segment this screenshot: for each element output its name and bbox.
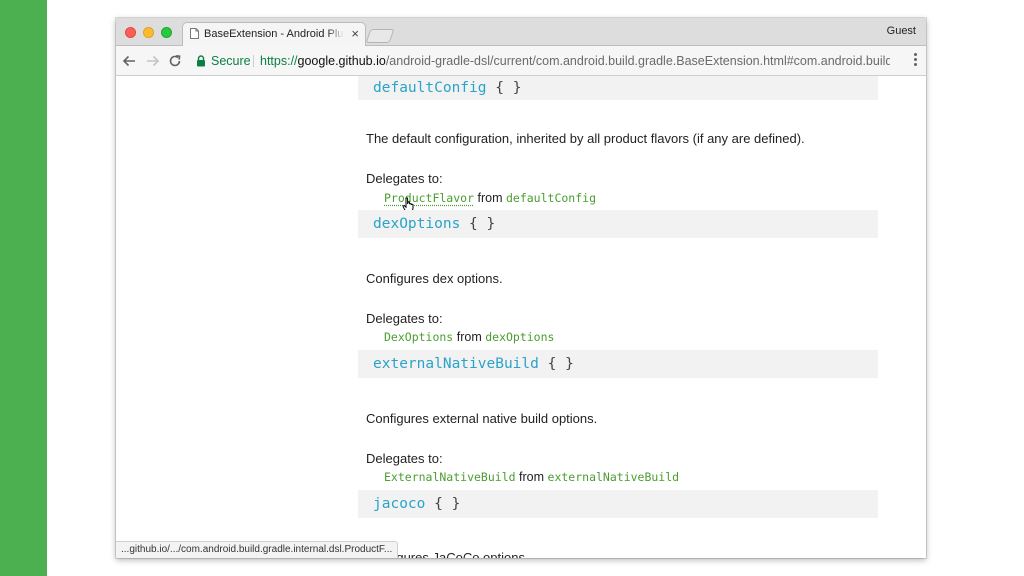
member-name[interactable]: defaultConfig (373, 80, 487, 96)
window-close-button[interactable] (125, 27, 136, 38)
window-maximize-button[interactable] (161, 27, 172, 38)
profile-label[interactable]: Guest (887, 25, 916, 37)
url-host: google.github.io (297, 54, 386, 68)
source-link[interactable]: defaultConfig (506, 191, 596, 205)
secure-label: Secure (211, 54, 251, 68)
delegate-line: DexOptions from dexOptions (384, 330, 554, 344)
type-link[interactable]: ProductFlavor (384, 191, 474, 205)
member-header-defaultconfig: defaultConfig { } (358, 76, 878, 100)
from-word: from (519, 470, 545, 484)
more-vert-icon[interactable] (912, 53, 918, 69)
accent-side-bar (0, 0, 47, 576)
member-braces: { } (547, 356, 574, 372)
member-braces: { } (469, 216, 496, 232)
delegates-label: Delegates to: (366, 451, 443, 466)
member-name[interactable]: externalNativeBuild (373, 356, 539, 372)
browser-tab[interactable]: BaseExtension - Android Plugin × (182, 22, 366, 46)
forward-arrow-icon[interactable] (144, 52, 162, 70)
toolbar: Secure https://google.github.io/android-… (116, 46, 926, 76)
member-name[interactable]: dexOptions (373, 216, 460, 232)
url-text[interactable]: https://google.github.io/android-gradle-… (260, 50, 890, 72)
member-name[interactable]: jacoco (373, 496, 425, 512)
member-braces: { } (434, 496, 461, 512)
title-bar: BaseExtension - Android Plugin × Guest (116, 18, 926, 46)
type-link[interactable]: DexOptions (384, 330, 453, 344)
back-arrow-icon[interactable] (120, 52, 138, 70)
member-header-jacoco: jacoco { } (358, 490, 878, 518)
window-minimize-button[interactable] (143, 27, 154, 38)
from-word: from (456, 330, 482, 344)
page-content: defaultConfig { } The default configurat… (116, 76, 926, 558)
member-description: Configures dex options. (366, 271, 503, 286)
source-link[interactable]: externalNativeBuild (548, 470, 680, 484)
type-link[interactable]: ExternalNativeBuild (384, 470, 516, 484)
member-header-dexoptions: dexOptions { } (358, 210, 878, 238)
delegates-label: Delegates to: (366, 311, 443, 326)
member-braces: { } (495, 80, 522, 96)
url-path: /android-gradle-dsl/current/com.android.… (385, 54, 890, 68)
member-description: Configures external native build options… (366, 411, 598, 426)
from-word: from (477, 191, 503, 205)
url-divider (253, 55, 254, 67)
document-icon (190, 28, 199, 39)
url-scheme: https:// (260, 54, 298, 68)
browser-window: BaseExtension - Android Plugin × Guest S… (116, 18, 926, 558)
member-description: The default configuration, inherited by … (366, 131, 805, 146)
tab-close-icon[interactable]: × (351, 26, 359, 42)
status-bubble: ...github.io/.../com.android.build.gradl… (116, 541, 399, 558)
tab-title: BaseExtension - Android Plugin (204, 28, 344, 40)
address-bar[interactable]: Secure https://google.github.io/android-… (192, 50, 894, 72)
delegates-label: Delegates to: (366, 171, 443, 186)
reload-icon[interactable] (166, 52, 184, 70)
lock-icon (197, 55, 205, 67)
member-header-externalnativebuild: externalNativeBuild { } (358, 350, 878, 378)
new-tab-button[interactable] (365, 29, 395, 43)
source-link[interactable]: dexOptions (485, 330, 554, 344)
delegate-line: ExternalNativeBuild from externalNativeB… (384, 470, 679, 484)
